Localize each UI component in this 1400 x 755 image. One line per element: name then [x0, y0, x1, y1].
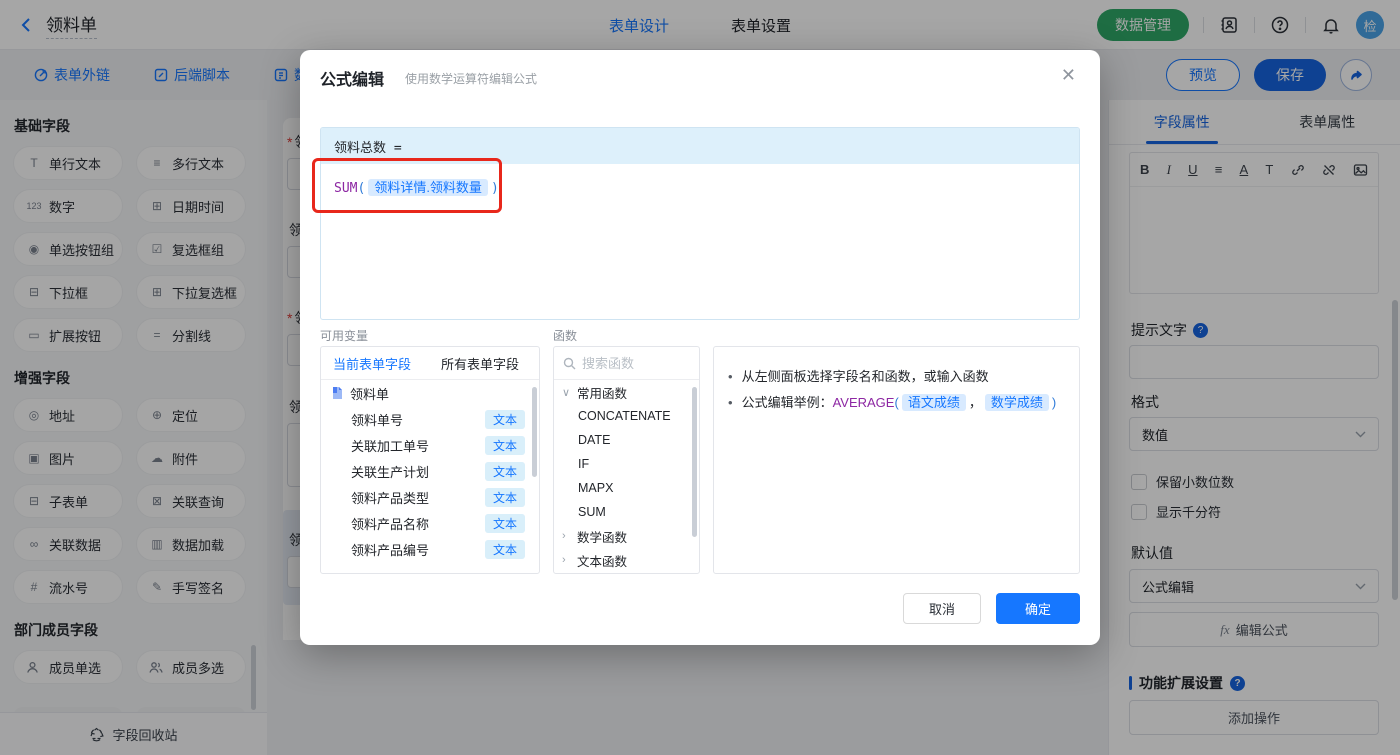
- type-badge: 文本: [484, 539, 525, 559]
- group-math-functions[interactable]: › 数学函数: [554, 524, 699, 548]
- formula-target: 领料总数 =: [321, 128, 1079, 164]
- variables-label: 可用变量: [320, 329, 369, 343]
- function-item[interactable]: CONCATENATE: [554, 404, 699, 428]
- variable-item[interactable]: 领料单号 文本: [321, 406, 539, 432]
- modal-title: 公式编辑: [320, 72, 385, 89]
- caret-down-icon: ∨: [562, 386, 571, 399]
- formula-editor[interactable]: 领料总数 = SUM(领料详情.领料数量): [320, 127, 1080, 320]
- close-icon[interactable]: ✕: [1061, 65, 1076, 86]
- type-badge: 文本: [484, 513, 525, 533]
- function-item[interactable]: MAPX: [554, 476, 699, 500]
- field-token[interactable]: 领料详情.领料数量: [368, 179, 488, 196]
- functions-panel: ∨ 常用函数 CONCATENATE DATE IF MAPX SUM › 数学…: [553, 346, 700, 574]
- cancel-button[interactable]: 取消: [903, 593, 981, 624]
- variable-item[interactable]: 领料产品名称 文本: [321, 510, 539, 536]
- help-panel: • 从左侧面板选择字段名和函数，或输入函数 • 公式编辑举例：AVERAGE(语文成…: [713, 346, 1080, 574]
- form-document-icon: [331, 386, 344, 400]
- formula-edit-modal: 公式编辑 使用数学运算符编辑公式 ✕ 领料总数 = SUM(领料详情.领料数量)…: [300, 50, 1100, 645]
- confirm-button[interactable]: 确定: [996, 593, 1080, 624]
- variables-scrollbar[interactable]: [532, 387, 537, 477]
- group-text-functions[interactable]: › 文本函数: [554, 548, 699, 572]
- example-function-name: AVERAGE: [832, 395, 895, 410]
- help-line-1: • 从左侧面板选择字段名和函数，或输入函数: [728, 369, 989, 384]
- caret-right-icon: ›: [562, 554, 566, 566]
- function-item[interactable]: IF: [554, 452, 699, 476]
- type-badge: 文本: [484, 435, 525, 455]
- search-icon: [563, 357, 576, 370]
- variable-root[interactable]: 领料单: [321, 380, 539, 406]
- type-badge: 文本: [484, 487, 525, 507]
- variable-item[interactable]: 领料产品类型 文本: [321, 484, 539, 510]
- variables-panel: 当前表单字段 所有表单字段 领料单 领料单号 文本 关联加工单号 文本 关联生产计划…: [320, 346, 540, 574]
- example-token: 数学成绩: [984, 394, 1049, 411]
- group-common-functions[interactable]: ∨ 常用函数: [554, 380, 699, 404]
- functions-label: 函数: [553, 329, 578, 343]
- function-search-input[interactable]: [582, 355, 677, 371]
- help-line-2: • 公式编辑举例：AVERAGE(语文成绩，数学成绩): [728, 394, 1057, 411]
- formula-expression[interactable]: SUM(领料详情.领料数量): [321, 164, 1079, 209]
- type-badge: 文本: [484, 409, 525, 429]
- modal-subtitle: 使用数学运算符编辑公式: [405, 72, 538, 86]
- functions-scrollbar[interactable]: [692, 387, 697, 537]
- variable-item[interactable]: 领料产品编号 文本: [321, 536, 539, 562]
- type-badge: 文本: [484, 461, 525, 481]
- function-item[interactable]: DATE: [554, 428, 699, 452]
- tab-current-form-fields[interactable]: 当前表单字段: [333, 354, 411, 373]
- function-name: SUM: [334, 181, 358, 196]
- variable-item[interactable]: 关联生产计划 文本: [321, 458, 539, 484]
- variable-item[interactable]: 关联加工单号 文本: [321, 432, 539, 458]
- function-item[interactable]: SUM: [554, 500, 699, 524]
- caret-right-icon: ›: [562, 530, 566, 542]
- tab-all-form-fields[interactable]: 所有表单字段: [441, 354, 519, 373]
- example-token: 语文成绩: [901, 394, 966, 411]
